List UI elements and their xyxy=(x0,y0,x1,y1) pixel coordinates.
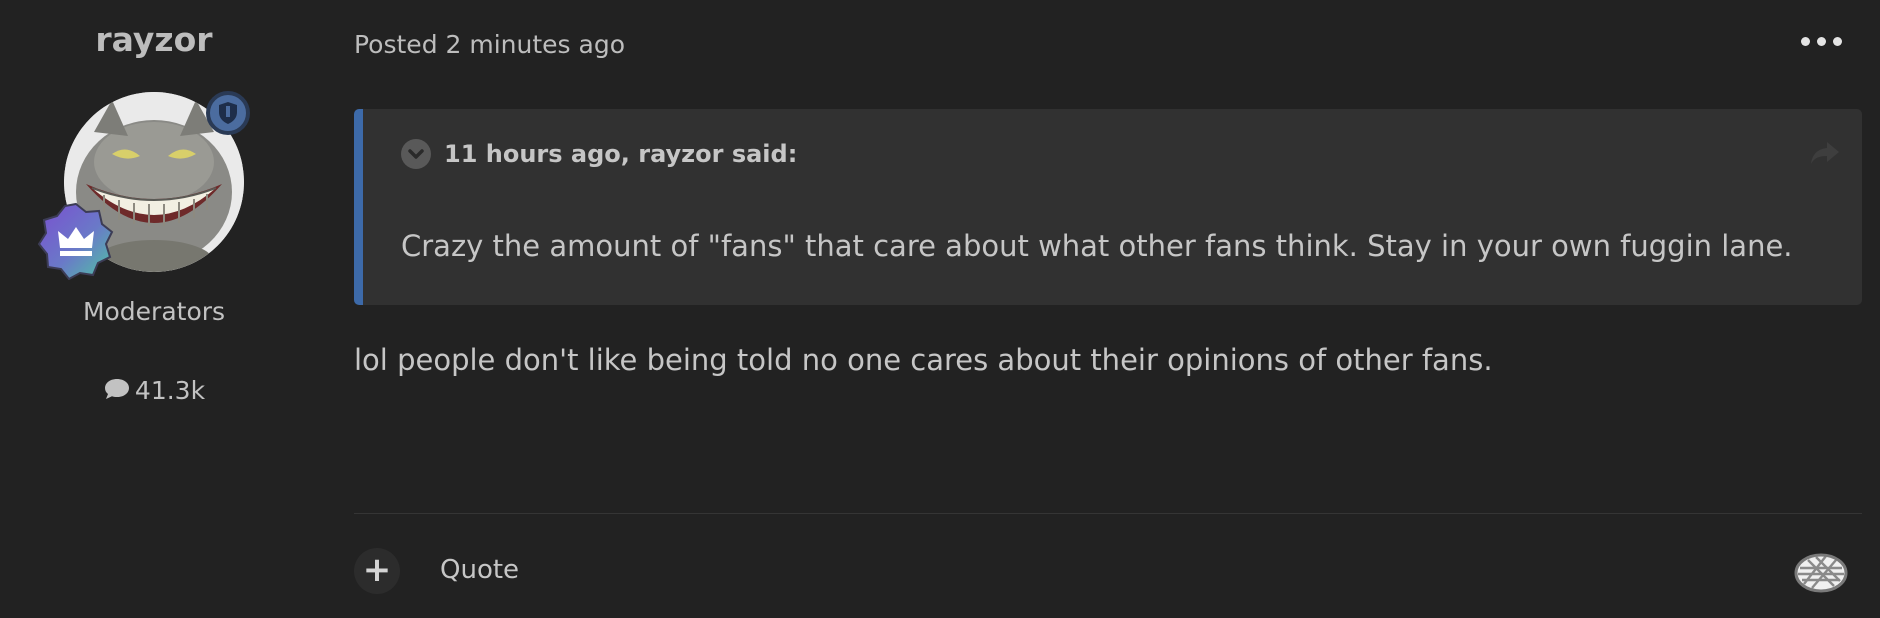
post-count-value: 41.3k xyxy=(134,376,206,405)
quote-citation: 11 hours ago, rayzor said: xyxy=(444,140,798,168)
post-time[interactable]: 2 minutes ago xyxy=(446,30,625,59)
quote-text: Crazy the amount of "fans" that care abo… xyxy=(401,229,1793,263)
ellipsis-icon xyxy=(1801,37,1810,46)
collapse-quote-toggle[interactable] xyxy=(401,139,431,169)
go-to-quoted-post-button[interactable] xyxy=(1809,139,1841,167)
quote-button[interactable]: Quote xyxy=(440,555,519,585)
chevron-down-icon xyxy=(408,149,424,159)
more-options-button[interactable] xyxy=(1800,28,1844,58)
crown-icon xyxy=(37,202,114,281)
add-reaction-button[interactable]: + xyxy=(354,548,400,594)
author-group: Moderators xyxy=(82,297,226,326)
post-meta: Posted 2 minutes ago xyxy=(354,30,625,59)
rank-badge xyxy=(36,200,116,281)
share-arrow-icon xyxy=(1811,142,1839,164)
author-panel: rayzor Moderators 41.3k xyxy=(0,0,308,618)
forum-post: rayzor Moderators 41.3k Posted 2 minutes… xyxy=(0,0,1880,618)
shield-icon xyxy=(219,102,237,124)
post-divider xyxy=(354,513,1862,514)
ellipsis-icon xyxy=(1833,37,1842,46)
pie-reaction-icon[interactable] xyxy=(1794,548,1848,594)
post-body: lol people don't like being told no one … xyxy=(354,343,1493,377)
comment-icon xyxy=(103,377,131,407)
ellipsis-icon xyxy=(1817,37,1826,46)
author-post-count[interactable]: 41.3k xyxy=(0,376,308,407)
quote-block: 11 hours ago, rayzor said: Crazy the amo… xyxy=(354,109,1862,305)
moderator-badge xyxy=(206,91,250,135)
posted-label: Posted xyxy=(354,30,438,59)
author-username[interactable]: rayzor xyxy=(0,20,308,59)
